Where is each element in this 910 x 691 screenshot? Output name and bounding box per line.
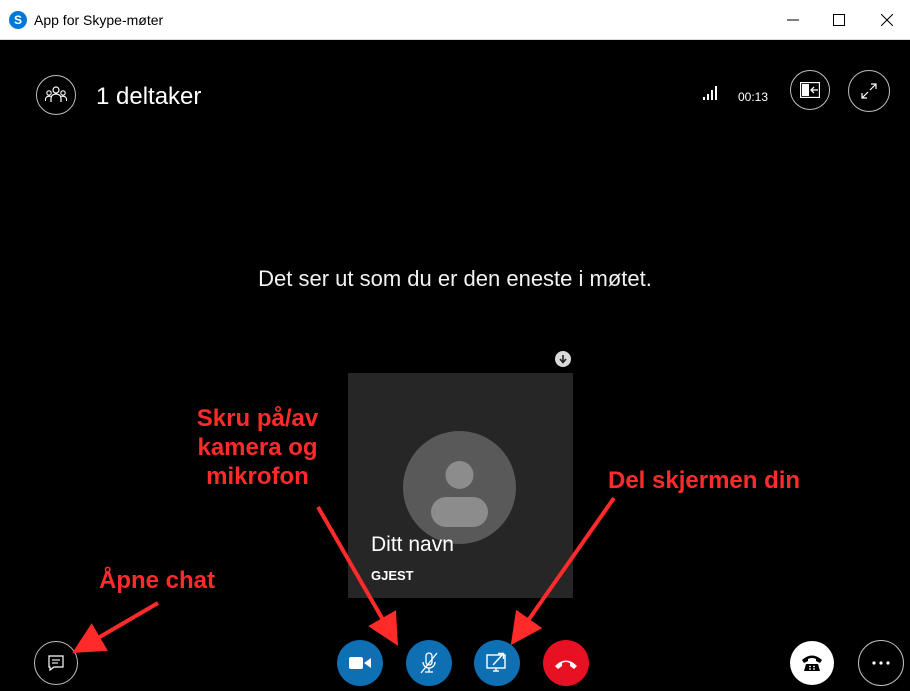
title-bar: S App for Skype-møter — [0, 0, 910, 40]
hang-up-icon — [555, 660, 577, 669]
fullscreen-icon — [861, 83, 877, 99]
participant-role: GJEST — [371, 568, 414, 583]
signal-strength-icon — [703, 86, 717, 100]
person-icon — [431, 461, 488, 527]
tile-pin-icon[interactable] — [555, 351, 571, 367]
window-title: App for Skype-møter — [34, 12, 164, 28]
maximize-icon — [833, 14, 845, 26]
content-panel-icon — [800, 82, 820, 98]
alone-in-meeting-message: Det ser ut som du er den eneste i møtet. — [258, 266, 652, 291]
share-screen-icon — [486, 652, 506, 672]
more-options-icon — [872, 661, 890, 665]
annotation-camera-mic-line: mikrofon — [206, 463, 309, 490]
annotation-camera-mic: Skru på/av kamera og mikrofon — [170, 404, 345, 491]
chat-icon — [48, 655, 64, 672]
participant-count: 1 deltaker — [96, 83, 202, 110]
annotation-camera-mic-line: kamera og — [197, 434, 318, 461]
chat-button[interactable] — [34, 641, 78, 685]
call-timer: 00:13 — [738, 90, 769, 104]
more-options-button[interactable] — [858, 640, 904, 686]
avatar — [403, 431, 516, 544]
participant-name: Ditt navn — [371, 533, 454, 556]
hang-up-button[interactable] — [543, 640, 589, 686]
dial-pad-button[interactable] — [790, 641, 834, 685]
content-panel-button[interactable] — [790, 70, 830, 110]
participants-button[interactable] — [36, 75, 76, 115]
annotation-camera-mic-line: Skru på/av — [196, 405, 319, 432]
self-video-tile: Ditt navn GJEST — [348, 373, 573, 598]
video-toggle-button[interactable] — [337, 640, 383, 686]
close-button[interactable] — [864, 0, 910, 40]
phone-keypad-icon — [802, 655, 822, 671]
minimize-button[interactable] — [770, 0, 816, 40]
skype-logo-icon: S — [9, 11, 27, 29]
maximize-button[interactable] — [816, 0, 862, 40]
fullscreen-button[interactable] — [848, 70, 890, 112]
participants-icon — [45, 86, 67, 102]
microphone-muted-icon — [420, 652, 438, 674]
share-screen-button[interactable] — [474, 640, 520, 686]
annotation-open-chat: Åpne chat — [99, 567, 216, 594]
microphone-toggle-button[interactable] — [406, 640, 452, 686]
close-icon — [881, 14, 893, 26]
annotation-share-screen: Del skjermen din — [608, 467, 801, 494]
video-camera-icon — [349, 657, 371, 669]
minimize-icon — [787, 19, 799, 21]
